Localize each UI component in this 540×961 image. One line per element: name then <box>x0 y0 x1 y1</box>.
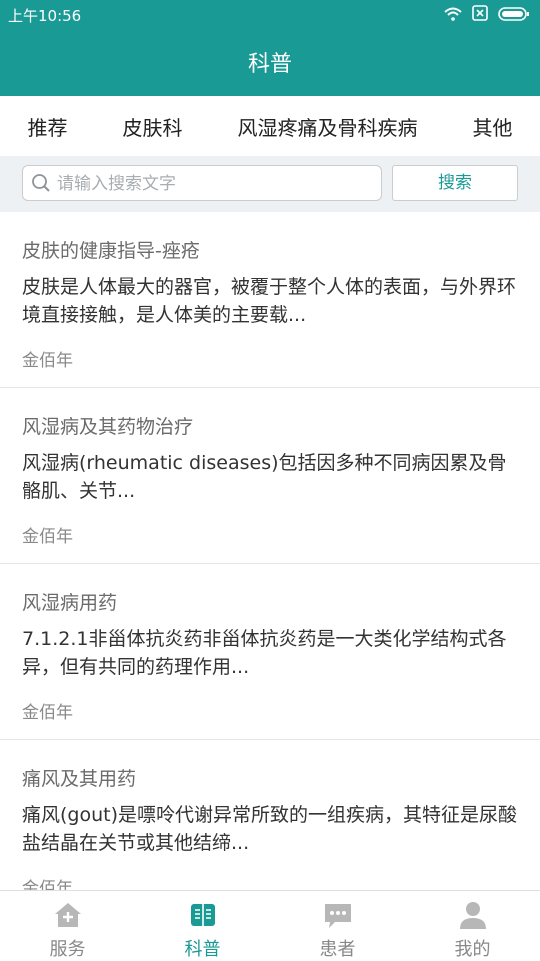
article-title: 风湿病用药 <box>22 592 118 614</box>
status-time: 上午10:56 <box>8 7 82 25</box>
list-item[interactable]: 风湿病及其药物治疗 风湿病(rheumatic diseases)包括因多种不同… <box>0 388 540 564</box>
article-title: 皮肤的健康指导-痤疮 <box>22 240 200 262</box>
nav-label: 科普 <box>184 939 221 960</box>
article-list: 皮肤的健康指导-痤疮 皮肤是人体最大的器官，被覆于整个人体的表面，与外界环境直接… <box>0 212 540 890</box>
tab-recommended[interactable]: 推荐 <box>22 112 74 141</box>
nav-mine[interactable]: 我的 <box>405 891 540 961</box>
list-item[interactable]: 痛风及其用药 痛风(gout)是嘌呤代谢异常所致的一组疾病，其特征是尿酸盐结晶在… <box>0 740 540 890</box>
person-icon <box>457 899 489 931</box>
article-summary: 痛风(gout)是嘌呤代谢异常所致的一组疾病，其特征是尿酸盐结晶在关节或其他结缔… <box>22 804 518 854</box>
book-icon <box>187 899 219 931</box>
article-author: 金佰年 <box>22 879 73 890</box>
nav-label: 服务 <box>49 939 86 960</box>
wifi-icon <box>444 6 462 25</box>
search-box[interactable] <box>22 165 382 202</box>
list-item[interactable]: 风湿病用药 7.1.2.1非甾体抗炎药非甾体抗炎药是一大类化学结构式各异，但有共… <box>0 564 540 740</box>
no-sim-icon <box>472 5 488 25</box>
list-item[interactable]: 皮肤的健康指导-痤疮 皮肤是人体最大的器官，被覆于整个人体的表面，与外界环境直接… <box>0 212 540 388</box>
tab-dermatology[interactable]: 皮肤科 <box>117 112 189 141</box>
nav-label: 患者 <box>319 939 356 960</box>
article-summary: 风湿病(rheumatic diseases)包括因多种不同病因累及骨骼肌、关节… <box>22 452 507 502</box>
article-summary: 皮肤是人体最大的器官，被覆于整个人体的表面，与外界环境直接接触，是人体美的主要载… <box>22 276 517 326</box>
search-input[interactable] <box>55 166 379 202</box>
app-header: 上午10:56 科普 <box>0 0 540 96</box>
article-author: 金佰年 <box>22 527 73 547</box>
article-title: 痛风及其用药 <box>22 768 137 790</box>
tab-other[interactable]: 其他 <box>467 112 519 141</box>
status-bar: 上午10:56 <box>0 0 540 28</box>
nav-science[interactable]: 科普 <box>135 891 270 961</box>
nav-patients[interactable]: 患者 <box>270 891 405 961</box>
home-plus-icon <box>52 899 84 931</box>
search-button[interactable]: 搜索 <box>392 165 518 201</box>
search-bar: 搜索 <box>0 156 540 212</box>
article-author: 金佰年 <box>22 351 73 371</box>
article-author: 金佰年 <box>22 703 73 723</box>
article-summary: 7.1.2.1非甾体抗炎药非甾体抗炎药是一大类化学结构式各异，但有共同的药理作用… <box>22 628 507 678</box>
article-title: 风湿病及其药物治疗 <box>22 416 194 438</box>
search-icon <box>31 173 51 197</box>
page-title: 科普 <box>247 52 292 77</box>
chat-icon <box>322 899 354 931</box>
bottom-nav: 服务 科普 患者 我的 <box>0 890 540 961</box>
status-icons <box>444 5 530 25</box>
nav-label: 我的 <box>454 939 491 960</box>
category-tabs: 推荐 皮肤科 风湿疼痛及骨科疾病 其他 <box>0 96 540 156</box>
nav-service[interactable]: 服务 <box>0 891 135 961</box>
battery-icon <box>498 6 530 25</box>
tab-rheumatology-orthopedics[interactable]: 风湿疼痛及骨科疾病 <box>232 112 424 141</box>
